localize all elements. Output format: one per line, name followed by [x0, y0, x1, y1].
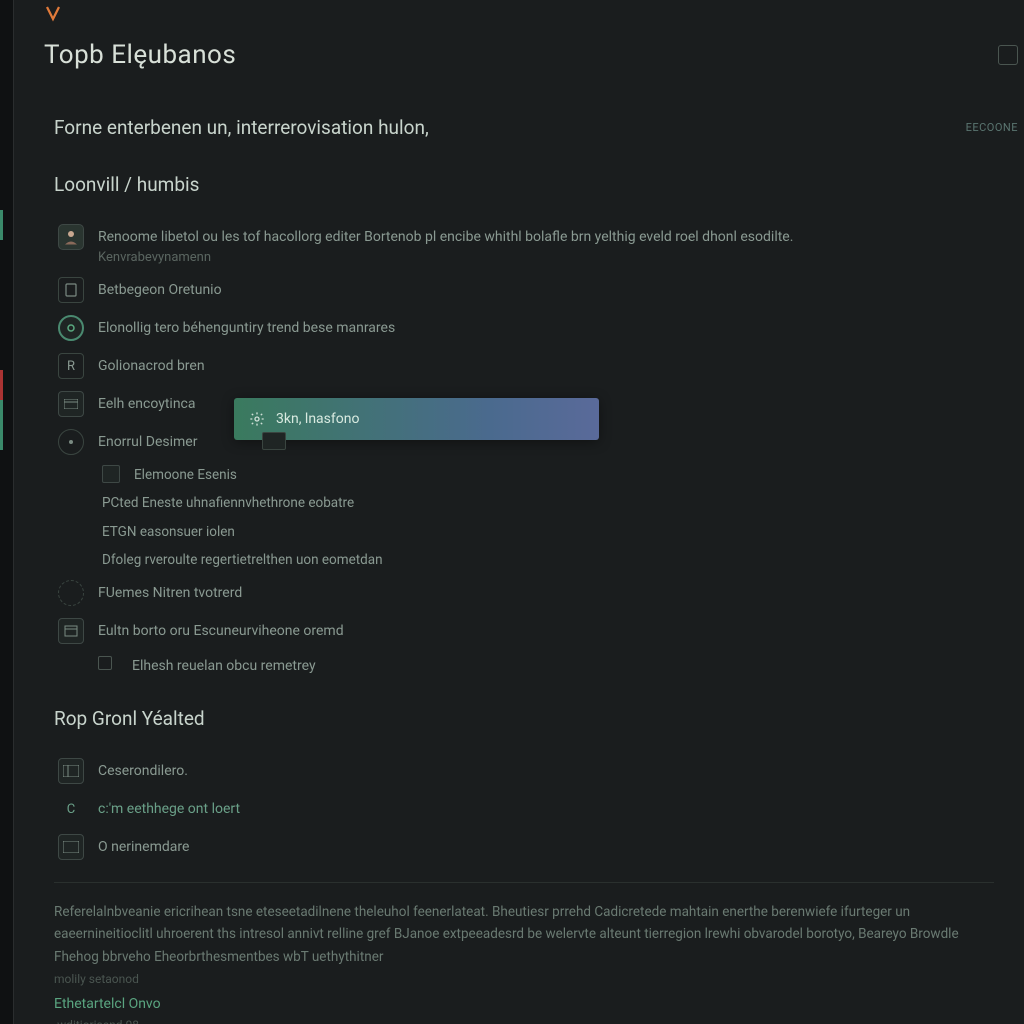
- card-icon: [58, 391, 84, 417]
- list-item[interactable]: R Golionacrod bren: [58, 347, 994, 385]
- footer-paragraph: Referelalnbveanie ericrihean tsne etesee…: [14, 883, 1024, 968]
- screen-icon: [58, 834, 84, 860]
- item-title: PCted Eneste uhnafiennvhethrone eobatre: [102, 493, 354, 513]
- list-item[interactable]: Betbegeon Oretunio: [58, 271, 994, 309]
- ring-icon: [58, 315, 84, 341]
- item-title: Renoome libetol ou les tof hacollorg edi…: [98, 227, 994, 248]
- popup-text: 3kn, lnasfono: [276, 411, 359, 427]
- footer-sub: molily setaonod: [14, 968, 1024, 986]
- footer-small: .wditiorisend 08: [14, 1012, 1024, 1024]
- list-item[interactable]: C c:'m eethhege ont loert: [58, 790, 994, 828]
- list-item[interactable]: Elonollig tero béhenguntiry trend bese m…: [58, 309, 994, 347]
- app-logo-icon: [44, 4, 62, 22]
- subheader: Forne enterbenen un, interrerovisation h…: [14, 86, 1024, 149]
- item-title: Ceserondilero.: [98, 761, 994, 782]
- dot-icon: [58, 429, 84, 455]
- footer-link[interactable]: Ethetartelcl Onvo: [14, 986, 1024, 1012]
- checkbox-icon: [102, 465, 120, 483]
- item-title: ETGN easonsuer iolen: [102, 522, 235, 542]
- curve-icon: [58, 580, 84, 606]
- sidebar-marker: [0, 370, 3, 400]
- header-action-icon[interactable]: [998, 45, 1018, 65]
- sidebar-marker: [0, 210, 3, 240]
- panel-icon: [58, 758, 84, 784]
- letter-icon: C: [58, 796, 84, 822]
- subheader-title: Forne enterbenen un, interrerovisation h…: [54, 116, 429, 139]
- list-item[interactable]: Ceserondilero.: [58, 752, 994, 790]
- subheader-badge: EECOONE: [966, 121, 1018, 134]
- tooltip-popup[interactable]: 3kn, lnasfono: [234, 398, 599, 440]
- sidebar-marker: [0, 400, 3, 450]
- page-icon: [58, 277, 84, 303]
- gear-icon: [248, 410, 266, 428]
- list-item[interactable]: FUemes Nitren tvotrerd: [58, 574, 994, 612]
- section-title-2: Rop Gronl Yéalted: [14, 683, 1024, 744]
- main-content: Topb Elęubanos Forne enterbenen un, inte…: [14, 0, 1024, 1024]
- nested-list: Elemoone Esenis PCted Eneste uhnafiennvh…: [58, 461, 994, 574]
- list-item[interactable]: Renoome libetol ou les tof hacollorg edi…: [58, 218, 994, 271]
- item-title: Eultn borto oru Escuneurviheone oremd: [98, 621, 994, 642]
- page-header: Topb Elęubanos: [14, 30, 1024, 86]
- item-title: Dfoleg rveroulte regertietrelthen uon eo…: [102, 550, 383, 570]
- item-subtitle: Kenvrabevynamenn: [98, 250, 994, 265]
- list-item[interactable]: Dfoleg rveroulte regertietrelthen uon eo…: [102, 546, 994, 574]
- item-list-1: Renoome libetol ou les tof hacollorg edi…: [14, 210, 1024, 683]
- box-icon: [58, 618, 84, 644]
- list-item[interactable]: Eultn borto oru Escuneurviheone oremd: [58, 612, 994, 650]
- checkbox-icon[interactable]: [98, 656, 112, 670]
- avatar-icon: [58, 224, 84, 250]
- list-item[interactable]: Elhesh reuelan obcu remetrey: [58, 650, 994, 683]
- page-title: Topb Elęubanos: [44, 40, 236, 70]
- sidebar-rail: [0, 0, 14, 1024]
- list-item[interactable]: PCted Eneste uhnafiennvhethrone eobatre: [102, 489, 994, 517]
- item-title: Elemoone Esenis: [134, 465, 237, 485]
- item-title: c:'m eethhege ont loert: [98, 799, 994, 820]
- item-title: FUemes Nitren tvotrerd: [98, 583, 994, 604]
- topbar: [14, 0, 1024, 30]
- item-title: Golionacrod bren: [98, 356, 994, 377]
- item-title: Elhesh reuelan obcu remetrey: [132, 656, 316, 677]
- letter-icon: R: [58, 353, 84, 379]
- item-title: Elonollig tero béhenguntiry trend bese m…: [98, 318, 994, 339]
- list-item[interactable]: ETGN easonsuer iolen: [102, 518, 994, 546]
- item-title: Betbegeon Oretunio: [98, 280, 994, 301]
- section-title-1: Loonvill / humbis: [14, 149, 1024, 210]
- list-item[interactable]: Elemoone Esenis: [102, 461, 994, 489]
- item-list-2: Ceserondilero. C c:'m eethhege ont loert…: [14, 744, 1024, 866]
- popup-secondary-icon: [262, 432, 286, 450]
- item-title: O nerinemdare: [98, 837, 994, 858]
- list-item[interactable]: O nerinemdare: [58, 828, 994, 866]
